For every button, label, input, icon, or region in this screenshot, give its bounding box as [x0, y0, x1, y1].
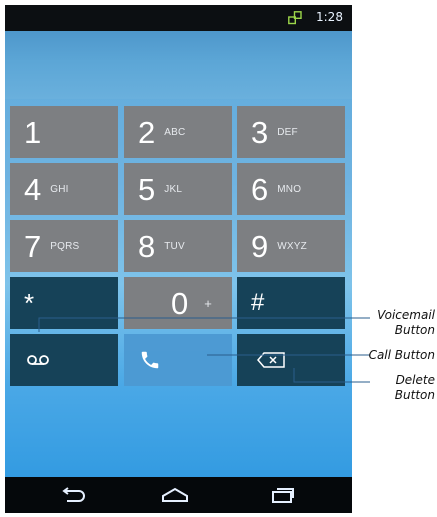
key-6[interactable]: 6 MNO [237, 163, 345, 215]
key-letters: GHI [50, 183, 69, 195]
voicemail-icon [27, 355, 49, 365]
status-bar: 1:28 [5, 5, 352, 31]
key-1[interactable]: 1 [10, 106, 118, 158]
key-digit: 5 [138, 171, 156, 207]
back-button[interactable] [53, 485, 93, 505]
back-icon [62, 487, 85, 502]
phone-screen: 1:28 1 2 ABC 3 DEF 4 GHI 5 JKL 6 MNO 7 PQRS 8T… [5, 5, 352, 513]
callout-delete-line1: Delete [395, 373, 435, 387]
dial-pad: 1 2 ABC 3 DEF 4 GHI 5 JKL 6 MNO 7 PQRS 8 TUV 9W… [5, 101, 352, 389]
phone-icon [141, 351, 159, 369]
home-button[interactable] [155, 485, 195, 505]
key-hash[interactable]: # [237, 277, 345, 329]
key-digit: 0 [171, 285, 189, 321]
callout-call: Call Button [369, 348, 435, 363]
key-8[interactable]: 8 TUV [124, 220, 232, 272]
key-0[interactable]: 0 + [124, 277, 232, 329]
navigation-bar [5, 477, 352, 513]
key-letters: ABC [164, 126, 186, 138]
key-letters: TUV [164, 240, 185, 252]
key-star[interactable]: * [10, 277, 118, 329]
key-digit: 2 [138, 114, 156, 150]
key-7[interactable]: 7 PQRS [10, 220, 118, 272]
key-digit: * [24, 288, 35, 318]
key-letters: WXYZ [277, 240, 307, 252]
callout-call-line1: Call Button [368, 348, 435, 362]
callout-delete-line2: Button [394, 388, 435, 402]
key-digit: 7 [24, 228, 42, 264]
recent-apps-icon [272, 488, 294, 503]
key-letters: JKL [164, 183, 183, 195]
key-4[interactable]: 4 GHI [10, 163, 118, 215]
key-digit: 1 [24, 114, 42, 150]
key-letters: PQRS [50, 240, 80, 252]
backspace-icon [257, 352, 285, 368]
key-digit: 9 [251, 228, 269, 264]
network-icon [288, 11, 302, 25]
key-digit: 4 [24, 171, 42, 207]
key-digit: 8 [138, 228, 156, 264]
callout-voicemail: Voicemail Button [377, 308, 435, 338]
recent-apps-button[interactable] [263, 485, 303, 505]
callout-voicemail-line1: Voicemail [377, 308, 435, 322]
key-2[interactable]: 2 ABC [124, 106, 232, 158]
key-3[interactable]: 3 DEF [237, 106, 345, 158]
key-digit: # [251, 289, 265, 316]
key-9[interactable]: 9 WXYZ [237, 220, 345, 272]
delete-button[interactable] [237, 334, 345, 386]
key-digit: 3 [251, 114, 269, 150]
key-5[interactable]: 5 JKL [124, 163, 232, 215]
dialer-header [5, 31, 352, 99]
status-time: 1:28 [316, 10, 343, 24]
key-digit: 6 [251, 171, 269, 207]
key-letters: DEF [277, 126, 298, 138]
call-button[interactable] [124, 334, 232, 386]
key-letters: MNO [277, 183, 302, 195]
home-icon [162, 487, 188, 502]
callout-voicemail-line2: Button [394, 323, 435, 337]
key-letters: + [204, 295, 213, 311]
voicemail-button[interactable] [10, 334, 118, 386]
callout-delete: Delete Button [395, 373, 435, 403]
